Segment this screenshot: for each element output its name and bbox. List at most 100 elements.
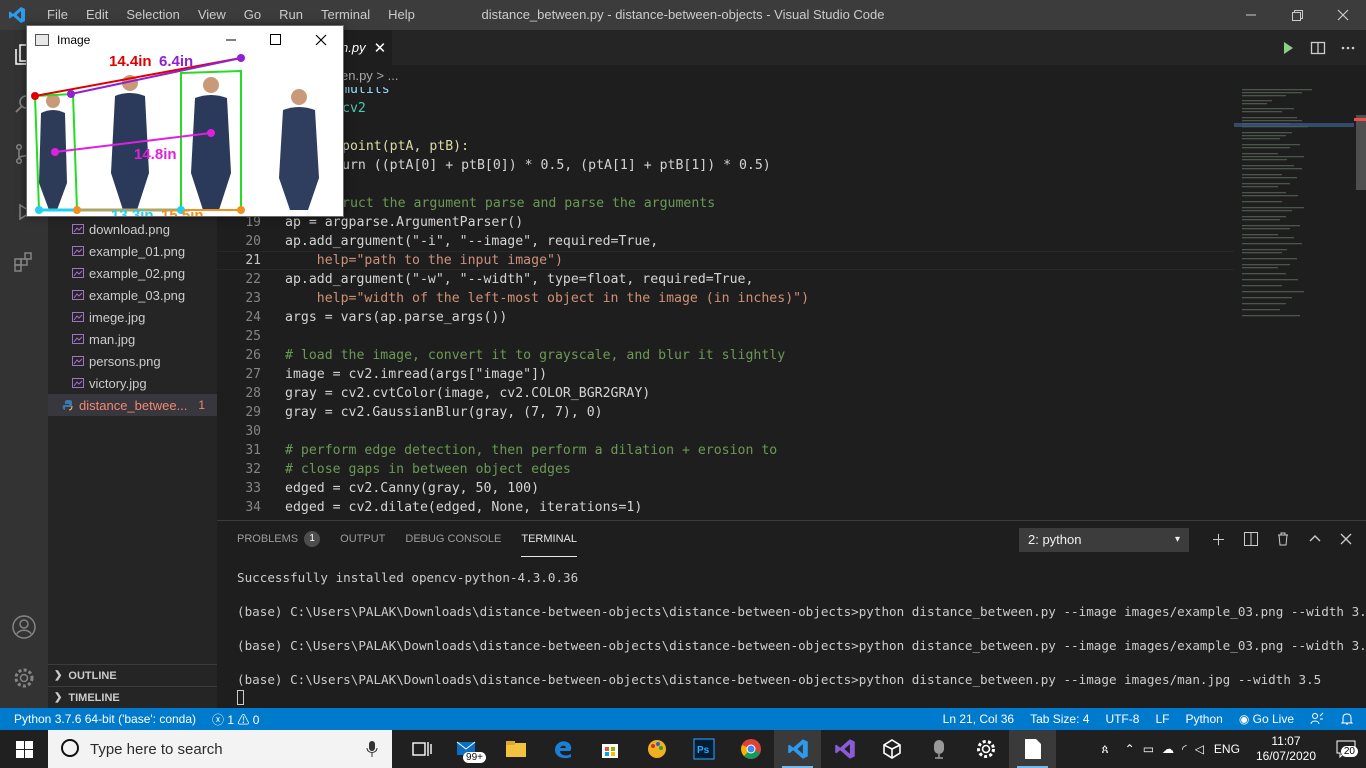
- restore-button[interactable]: [1274, 0, 1320, 30]
- settings-gear-icon[interactable]: [0, 654, 48, 702]
- notifications-bell-icon[interactable]: [1340, 712, 1354, 726]
- editor-scrollbar[interactable]: [1354, 87, 1366, 520]
- file-item[interactable]: imege.jpg: [48, 306, 217, 328]
- file-explorer-icon[interactable]: [492, 730, 539, 768]
- file-item[interactable]: example_01.png: [48, 240, 217, 262]
- menu-help[interactable]: Help: [379, 0, 424, 30]
- chrome-icon[interactable]: [727, 730, 774, 768]
- image-viewer-taskbar-icon[interactable]: [1009, 730, 1056, 768]
- image-close-button[interactable]: [298, 26, 343, 53]
- file-item[interactable]: man.jpg: [48, 328, 217, 350]
- people-icon[interactable]: ጰ: [1101, 742, 1108, 757]
- file-name: imege.jpg: [89, 309, 146, 325]
- minimap[interactable]: [1234, 87, 1354, 520]
- settings-app-icon[interactable]: [962, 730, 1009, 768]
- store-app-icon[interactable]: [586, 730, 633, 768]
- input-language[interactable]: ENG: [1214, 742, 1240, 756]
- edge-browser-icon[interactable]: [539, 730, 586, 768]
- show-hidden-icons-chevron-icon[interactable]: ⌃: [1125, 742, 1135, 756]
- file-item[interactable]: persons.png: [48, 350, 217, 372]
- account-icon[interactable]: [0, 603, 48, 651]
- code-text: gray = cv2.GaussianBlur(gray, (7, 7), 0): [285, 405, 603, 420]
- image-maximize-button[interactable]: [253, 26, 298, 53]
- tab-size[interactable]: Tab Size: 4: [1030, 712, 1089, 726]
- code-line: cv2: [217, 99, 1234, 118]
- error-marker: [1354, 118, 1366, 121]
- python-interpreter[interactable]: Python 3.7.6 64-bit ('base': conda): [14, 712, 196, 726]
- code-line: 24 args = vars(ap.parse_args()): [217, 308, 1234, 327]
- line-number: 30: [245, 424, 261, 439]
- tab-debug-console[interactable]: DEBUG CONSOLE: [405, 521, 501, 557]
- close-panel-icon[interactable]: [1340, 533, 1352, 545]
- chevron-right-icon: ❯: [54, 692, 63, 703]
- tab-output[interactable]: OUTPUT: [340, 521, 385, 557]
- code-text: help="width of the left-most object in t…: [285, 291, 810, 306]
- image-minimize-button[interactable]: [208, 26, 253, 53]
- action-center-button[interactable]: 20: [1326, 730, 1366, 768]
- taskbar-search-input[interactable]: Type here to search: [48, 730, 392, 768]
- mail-badge: 99+: [463, 752, 486, 763]
- new-terminal-icon[interactable]: ＋: [1211, 529, 1226, 550]
- cursor-position[interactable]: Ln 21, Col 36: [943, 712, 1014, 726]
- language-mode[interactable]: Python: [1185, 712, 1222, 726]
- minimize-button[interactable]: [1228, 0, 1274, 30]
- feedback-icon[interactable]: [1310, 712, 1324, 726]
- unity-icon[interactable]: [868, 730, 915, 768]
- paint-app-icon[interactable]: [633, 730, 680, 768]
- clock[interactable]: 11:07 16/07/2020: [1256, 734, 1316, 764]
- tab-terminal[interactable]: TERMINAL: [521, 521, 577, 557]
- terminal-output[interactable]: Successfully installed opencv-python-4.3…: [237, 569, 1366, 705]
- problems-status[interactable]: ⓧ 1 ⚠ 0: [212, 711, 259, 728]
- windows-logo-icon: [15, 740, 33, 758]
- microphone-icon[interactable]: [366, 740, 378, 758]
- vscode-taskbar-icon[interactable]: [774, 730, 821, 768]
- line-number: 23: [245, 291, 261, 306]
- volume-icon[interactable]: ◁: [1195, 742, 1204, 756]
- photoshop-icon[interactable]: Ps: [680, 730, 727, 768]
- start-button[interactable]: [0, 730, 48, 768]
- file-item[interactable]: example_03.png: [48, 284, 217, 306]
- visual-studio-icon[interactable]: [821, 730, 868, 768]
- maximize-panel-icon[interactable]: [1308, 532, 1322, 546]
- wifi-icon[interactable]: ◜: [1182, 742, 1187, 756]
- code-editor[interactable]: mutils cv2 point(ptA, ptB): urn ((ptA[0]…: [217, 87, 1234, 520]
- onedrive-cloud-icon[interactable]: ☁: [1162, 742, 1174, 756]
- file-item[interactable]: victory.jpg: [48, 372, 217, 394]
- kill-terminal-trash-icon[interactable]: [1276, 532, 1290, 546]
- tab-problems-label: PROBLEMS: [237, 533, 299, 545]
- tab-problems[interactable]: PROBLEMS 1: [237, 521, 321, 557]
- file-item[interactable]: download.png: [48, 218, 217, 240]
- go-live-button[interactable]: ◉ Go Live: [1239, 712, 1294, 726]
- code-line: 28 gray = cv2.cvtColor(image, cv2.COLOR_B…: [217, 384, 1234, 403]
- encoding[interactable]: UTF-8: [1105, 712, 1139, 726]
- more-actions-icon[interactable]: [1340, 40, 1356, 56]
- code-line: ruct the argument parse and parse the ar…: [217, 194, 1234, 213]
- file-list: download.png example_01.png example_02.p…: [48, 218, 217, 416]
- code-line: 22 ap.add_argument("-w", "--width", type=…: [217, 270, 1234, 289]
- measure-point: [207, 129, 215, 137]
- code-text: mutils: [342, 87, 390, 97]
- task-view-icon[interactable]: [398, 730, 445, 768]
- recorder-app-icon[interactable]: [915, 730, 962, 768]
- close-window-button[interactable]: [1320, 0, 1366, 30]
- measure-point: [237, 206, 245, 214]
- split-terminal-icon[interactable]: [1244, 532, 1258, 546]
- run-icon[interactable]: [1280, 40, 1296, 56]
- end-of-line[interactable]: LF: [1155, 712, 1169, 726]
- terminal-select[interactable]: 2: python ▾: [1019, 528, 1189, 552]
- broadcast-icon: ◉: [1238, 712, 1250, 726]
- extensions-icon[interactable]: [0, 238, 48, 286]
- close-tab-icon[interactable]: ✕: [374, 39, 387, 57]
- battery-icon[interactable]: ▭: [1143, 742, 1154, 756]
- measure-point: [237, 54, 245, 62]
- scrollbar-thumb[interactable]: [1356, 115, 1366, 190]
- file-item[interactable]: example_02.png: [48, 262, 217, 284]
- image-window-titlebar[interactable]: Image: [27, 26, 343, 53]
- mail-app-icon[interactable]: 99+: [445, 730, 492, 768]
- split-editor-icon[interactable]: [1310, 40, 1326, 56]
- active-file-item[interactable]: distance_betwee... 1: [48, 394, 217, 416]
- editor-tab-bar: n.py ✕: [217, 30, 1366, 65]
- image-window[interactable]: Image 14.4in 6.4in 14.8in 13.3in 15.5in: [26, 25, 344, 217]
- outline-section[interactable]: ❯ OUTLINE: [48, 664, 217, 686]
- timeline-section[interactable]: ❯ TIMELINE: [48, 686, 217, 708]
